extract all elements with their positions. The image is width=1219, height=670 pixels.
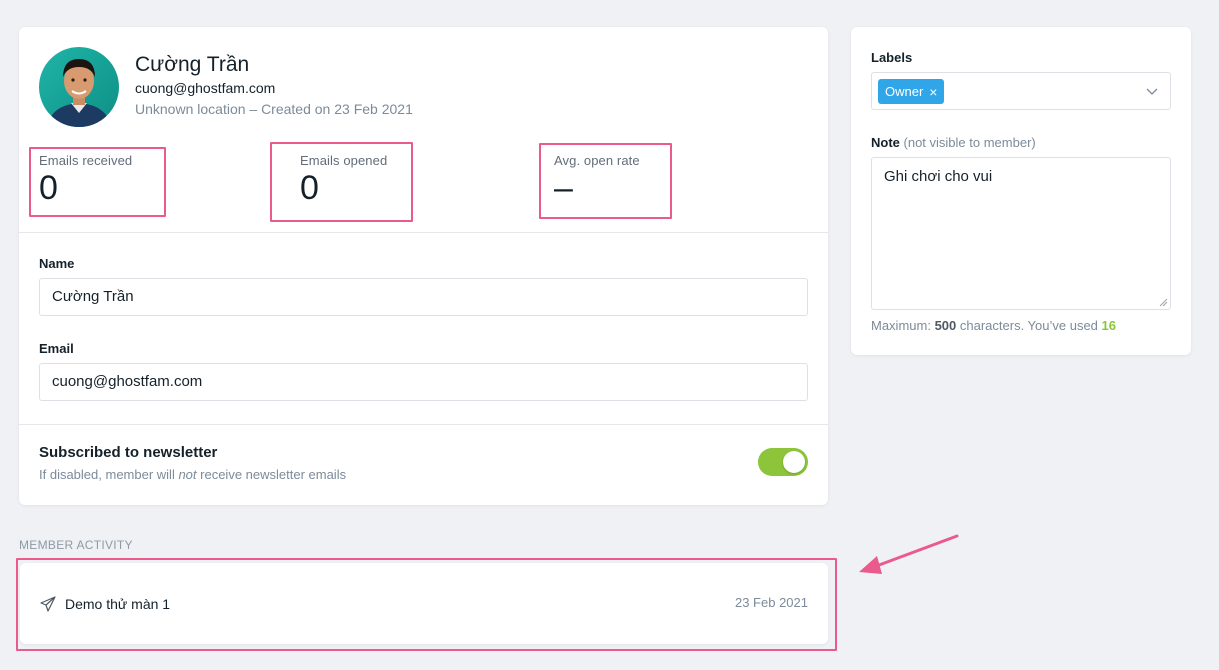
newsletter-title: Subscribed to newsletter (39, 444, 218, 461)
labels-label: Labels (871, 50, 913, 65)
label-tag: Owner × (878, 79, 945, 104)
newsletter-hint: If disabled, member will not receive new… (39, 467, 346, 482)
note-label-text: Note (871, 135, 900, 150)
activity-heading: Member activity (19, 538, 133, 552)
email-input[interactable]: cuong@ghostfam.com (39, 363, 808, 401)
newsletter-toggle[interactable] (758, 448, 808, 476)
count-middle: characters. You’ve used (956, 318, 1102, 333)
remove-tag-icon[interactable]: × (929, 85, 937, 99)
note-textarea[interactable]: Ghi chơi cho vui (871, 157, 1171, 310)
stat-emails-opened: Emails opened 0 (300, 153, 387, 206)
stat-label: Emails received (39, 153, 133, 168)
chevron-down-icon[interactable] (1146, 85, 1158, 97)
stat-emails-received: Emails received 0 (39, 153, 132, 206)
stat-label: Emails opened (300, 153, 388, 168)
divider (19, 424, 828, 425)
name-input[interactable]: Cường Trần (39, 278, 808, 316)
labels-select[interactable]: Owner × (871, 72, 1171, 110)
send-icon (40, 596, 56, 612)
note-label: Note (not visible to member) (871, 135, 1036, 150)
email-label: Email (39, 341, 74, 356)
member-avatar (39, 47, 119, 127)
activity-item[interactable]: Demo thử màn 1 23 Feb 2021 (20, 563, 828, 644)
stat-avg-open-rate: Avg. open rate – (554, 153, 640, 206)
label-tag-text: Owner (885, 84, 924, 99)
member-name: Cường Trần (135, 53, 250, 76)
newsletter-hint-text: If disabled, member will (39, 467, 179, 482)
note-hint: (not visible to member) (903, 135, 1036, 150)
newsletter-hint-emphasis: not (178, 467, 197, 482)
activity-title: Demo thử màn 1 (65, 596, 171, 612)
stat-label: Avg. open rate (554, 153, 640, 168)
newsletter-hint-text: receive newsletter emails (196, 467, 347, 482)
stat-value: 0 (39, 169, 58, 207)
note-text: Ghi chơi cho vui (884, 168, 993, 185)
stat-value: – (554, 169, 573, 207)
name-label: Name (39, 256, 75, 271)
member-meta: Unknown location – Created on 23 Feb 202… (135, 101, 413, 117)
count-max: 500 (934, 318, 957, 333)
divider (19, 232, 828, 233)
avatar-image (39, 47, 119, 127)
member-details-card: Cường Trần cuong@ghostfam.com Unknown lo… (19, 27, 828, 505)
count-prefix: Maximum: (871, 318, 935, 333)
count-used: 16 (1101, 318, 1116, 333)
toggle-knob (783, 451, 805, 473)
activity-date: 23 Feb 2021 (734, 595, 808, 610)
annotation-arrow-icon (859, 534, 959, 574)
resize-handle-icon[interactable] (1159, 298, 1168, 307)
note-character-count: Maximum: 500 characters. You’ve used 16 (871, 318, 1116, 333)
stat-value: 0 (300, 169, 319, 207)
labels-note-card: Labels Owner × Note (not visible to memb… (851, 27, 1191, 355)
member-email: cuong@ghostfam.com (135, 80, 276, 96)
